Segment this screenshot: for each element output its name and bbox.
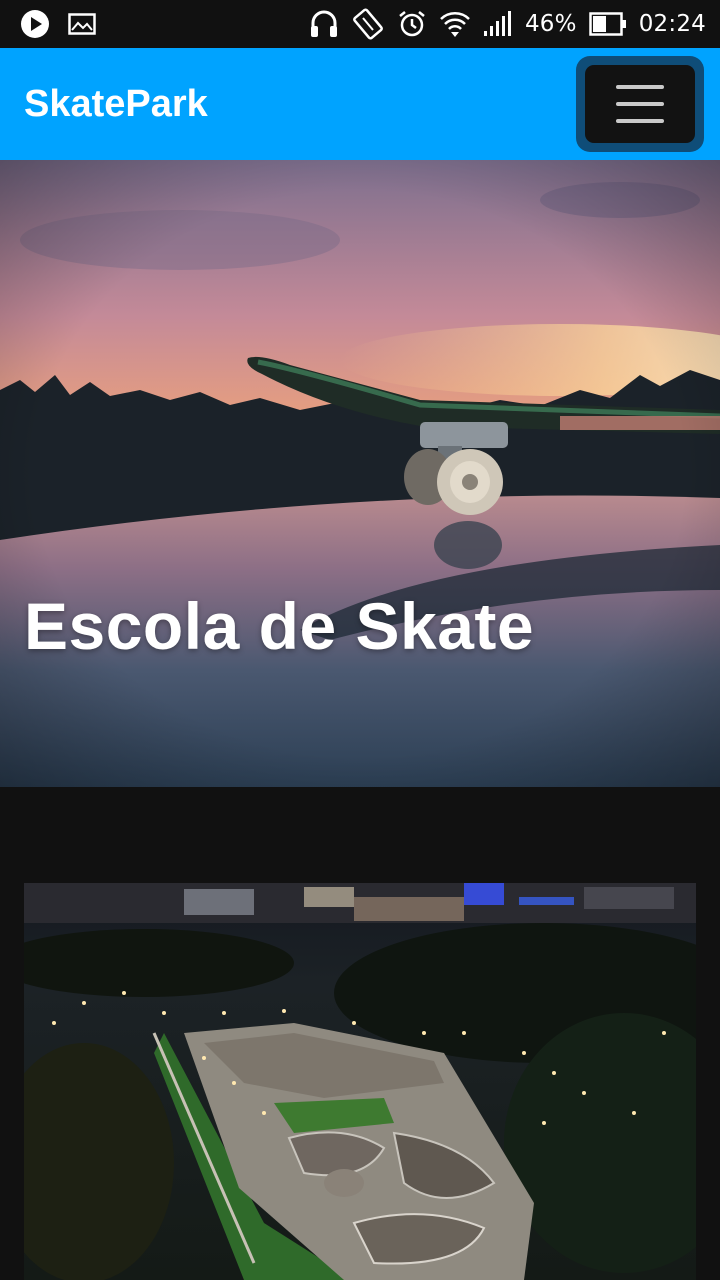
- clock: 02:24: [638, 11, 706, 37]
- menu-toggle-button[interactable]: [576, 56, 704, 152]
- skatepark-aerial-night-photo: [24, 883, 696, 1280]
- hero-title: Escola de Skate: [24, 589, 535, 663]
- brand-logo[interactable]: SkatePark: [24, 83, 208, 126]
- app-bar: SkatePark: [0, 48, 720, 160]
- menu-line: [616, 102, 664, 106]
- status-bar: 46% 02:24: [0, 0, 720, 48]
- battery-icon: [588, 12, 627, 36]
- hero-section: Escola de Skate: [0, 160, 720, 787]
- signal-icon: [483, 11, 513, 37]
- skateboard-sunset-photo: [0, 160, 720, 787]
- wifi-icon: [439, 9, 471, 39]
- play-icon: [20, 9, 50, 39]
- menu-line: [616, 85, 664, 89]
- hamburger-menu-icon[interactable]: [585, 65, 695, 143]
- alarm-icon: [397, 9, 427, 39]
- status-bar-right: 46% 02:24: [309, 8, 706, 40]
- content-section: [0, 787, 720, 1280]
- battery-percent: 46%: [524, 11, 577, 37]
- rotate-icon: [351, 8, 385, 40]
- status-bar-left: [20, 9, 96, 39]
- menu-line: [616, 119, 664, 123]
- headphones-icon: [309, 8, 339, 40]
- image-icon: [68, 13, 96, 35]
